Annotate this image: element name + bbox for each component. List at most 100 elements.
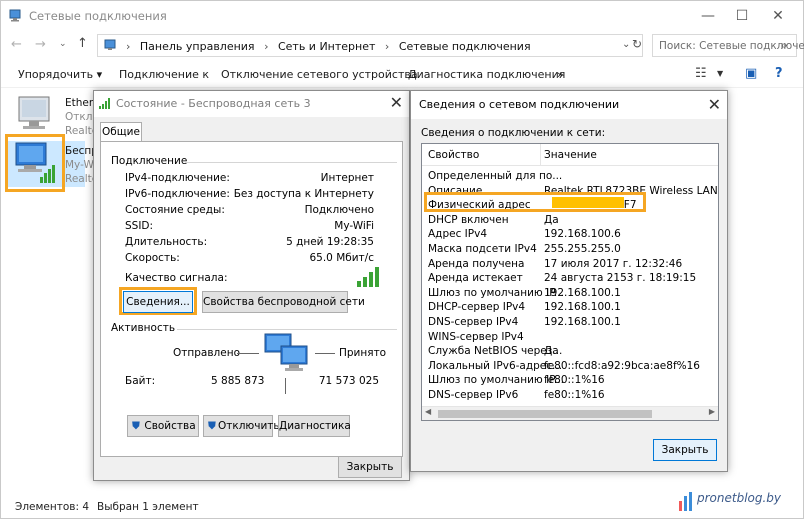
properties-button[interactable]: ⛊ Свойства (127, 415, 199, 437)
details-property: DHCP-сервер IPv4 (428, 301, 526, 314)
watermark-text: pronetblog.by (697, 491, 782, 505)
refresh-icon[interactable]: ↻ (632, 37, 642, 51)
network-folder-icon (9, 9, 23, 22)
details-property: DNS-сервер IPv4 (428, 316, 519, 328)
list-item-ethernet[interactable]: Ethernet Отключено Realtek (5, 93, 127, 139)
wireless-properties-button[interactable]: Свойства беспроводной сети (202, 291, 365, 313)
breadcrumb-sep-icon: › (384, 40, 390, 53)
details-row[interactable]: Шлюз по умолчанию IP... 192.168.100.1 (422, 287, 718, 301)
ipv4-value: Интернет (320, 172, 374, 184)
details-property: Маска подсети IPv4 (428, 243, 537, 255)
disable-device-button[interactable]: Отключение сетевого устройства (221, 68, 418, 81)
control-panel-icon (104, 39, 118, 52)
close-button[interactable]: ✕ (759, 1, 797, 31)
connection-header: Подключение (111, 155, 188, 167)
details-listview[interactable]: Свойство Значение Определенный для по...… (421, 143, 719, 421)
status-close-button[interactable]: Закрыть (338, 456, 402, 478)
help-icon[interactable]: ? (775, 66, 783, 81)
details-row[interactable]: DNS-сервер IPv6 fe80::1%16 (422, 389, 718, 403)
network-computers-icon (264, 333, 308, 371)
activity-divider (285, 378, 286, 394)
more-commands-button[interactable]: » (557, 68, 564, 81)
details-close-button[interactable]: Закрыть (653, 439, 717, 461)
breadcrumb-control-panel[interactable]: Панель управления (140, 40, 255, 53)
details-property: Локальный IPv6-адрес... (428, 359, 563, 372)
details-row[interactable]: Аренда истекает 24 августа 2153 г. 18:19:… (422, 272, 718, 286)
diagnose-dialog-button[interactable]: Диагностика (278, 415, 351, 437)
scroll-thumb[interactable] (438, 410, 652, 418)
details-row[interactable]: Служба NetBIOS через... Да (422, 345, 718, 359)
details-value: 17 июля 2017 г. 12:32:46 (544, 257, 683, 270)
organize-menu[interactable]: Упорядочить ▾ (18, 68, 102, 81)
ipv4-label: IPv4-подключение: (125, 172, 230, 184)
diagnose-button[interactable]: Диагностика подключения (408, 68, 565, 81)
bytes-received-value: 71 573 025 (318, 375, 379, 387)
maximize-button[interactable]: ☐ (723, 1, 761, 31)
tab-general[interactable]: Общие (100, 122, 142, 142)
address-row: ← → ⌄ ↑ › Панель управления › Сеть и Инт… (1, 31, 804, 61)
signal-quality-label: Качество сигнала: (125, 272, 228, 284)
breadcrumb-network-connections[interactable]: Сетевые подключения (399, 40, 531, 53)
search-icon: ⌕ (781, 38, 788, 52)
column-value[interactable]: Значение (544, 149, 597, 161)
ipv6-label: IPv6-подключение: (125, 188, 230, 200)
signal-icon (99, 98, 110, 109)
search-input[interactable]: Поиск: Сетевые подключения ⌕ (652, 34, 804, 57)
up-arrow-icon[interactable]: ↑ (77, 36, 88, 51)
column-divider (540, 144, 541, 166)
wireless-adapter-icon[interactable] (10, 139, 60, 187)
status-dialog-close-icon[interactable]: ✕ (390, 93, 403, 112)
command-bar: Упорядочить ▾ Подключение к Отключение с… (1, 61, 803, 88)
details-value: 192.168.100.1 (544, 301, 621, 314)
details-row[interactable]: Адрес IPv4 192.168.100.6 (422, 228, 718, 242)
minimize-button[interactable]: — (689, 1, 727, 31)
view-options-icon[interactable]: ☷ (695, 66, 707, 81)
details-value: 192.168.100.1 (544, 286, 621, 299)
ethernet-adapter-icon (13, 95, 57, 135)
ssid-label: SSID: (125, 220, 154, 232)
scroll-right-icon[interactable]: ▶ (709, 407, 715, 416)
disable-button[interactable]: ⛊ Отключить (203, 415, 280, 437)
details-button[interactable]: Сведения... (123, 291, 193, 313)
details-row[interactable]: DNS-сервер IPv4 192.168.100.1 (422, 316, 718, 330)
bytes-sent-value: 5 885 873 (211, 375, 265, 387)
speed-value: 65.0 Мбит/с (309, 252, 374, 264)
status-dialog-title: Состояние - Беспроводная сеть 3 (116, 97, 311, 110)
details-row[interactable]: Маска подсети IPv4 255.255.255.0 (422, 243, 718, 257)
status-dialog: Состояние - Беспроводная сеть 3 ✕ Общие … (93, 90, 410, 481)
scroll-left-icon[interactable]: ◀ (425, 407, 431, 416)
view-dropdown-icon[interactable]: ▼ (717, 69, 723, 78)
details-property: Адрес IPv4 (428, 228, 488, 241)
details-property: DNS-сервер IPv6 (428, 389, 519, 401)
details-value: fe80::1%16 (544, 389, 605, 401)
breadcrumb-sep-icon: › (264, 40, 269, 53)
connect-to-button[interactable]: Подключение к (119, 68, 209, 81)
horizontal-scrollbar[interactable]: ◀ ▶ (422, 406, 718, 420)
preview-pane-icon[interactable]: ▣ (745, 66, 757, 81)
mac-address-redaction (552, 197, 624, 208)
details-row[interactable]: Локальный IPv6-адрес... fe80::fcd8:a92:9b… (422, 360, 718, 374)
back-arrow-icon[interactable]: ← (11, 37, 22, 52)
details-row[interactable]: Шлюз по умолчанию IP... fe80::1%16 (422, 374, 718, 388)
details-dialog-titlebar: Сведения о сетевом подключении ✕ (411, 91, 727, 119)
details-row[interactable]: WINS-сервер IPv4 (422, 331, 718, 345)
details-property: DHCP включен (428, 213, 509, 226)
sent-label: Отправлено (173, 347, 240, 359)
details-value: 192.168.100.1 (544, 316, 621, 328)
signal-bars-icon (357, 267, 379, 287)
breadcrumb-network-internet[interactable]: Сеть и Интернет (278, 40, 375, 53)
details-row[interactable]: DHCP-сервер IPv4 192.168.100.1 (422, 301, 718, 315)
address-dropdown-icon[interactable]: ⌄ (622, 39, 630, 50)
ipv6-value: Без доступа к Интернету (233, 188, 374, 200)
details-row[interactable]: DHCP включен Да (422, 214, 718, 228)
recent-chevron-icon[interactable]: ⌄ (59, 39, 67, 49)
column-property[interactable]: Свойство (428, 149, 479, 161)
details-row[interactable]: Определенный для по... (422, 170, 718, 184)
forward-arrow-icon[interactable]: → (35, 37, 46, 52)
address-bar[interactable]: › Панель управления › Сеть и Интернет › … (97, 34, 643, 57)
duration-label: Длительность: (125, 236, 208, 248)
details-subtitle: Сведения о подключении к сети: (421, 127, 606, 139)
details-dialog-close-icon[interactable]: ✕ (708, 95, 721, 114)
details-row[interactable]: Аренда получена 17 июля 2017 г. 12:32:46 (422, 258, 718, 272)
received-line (315, 353, 335, 354)
